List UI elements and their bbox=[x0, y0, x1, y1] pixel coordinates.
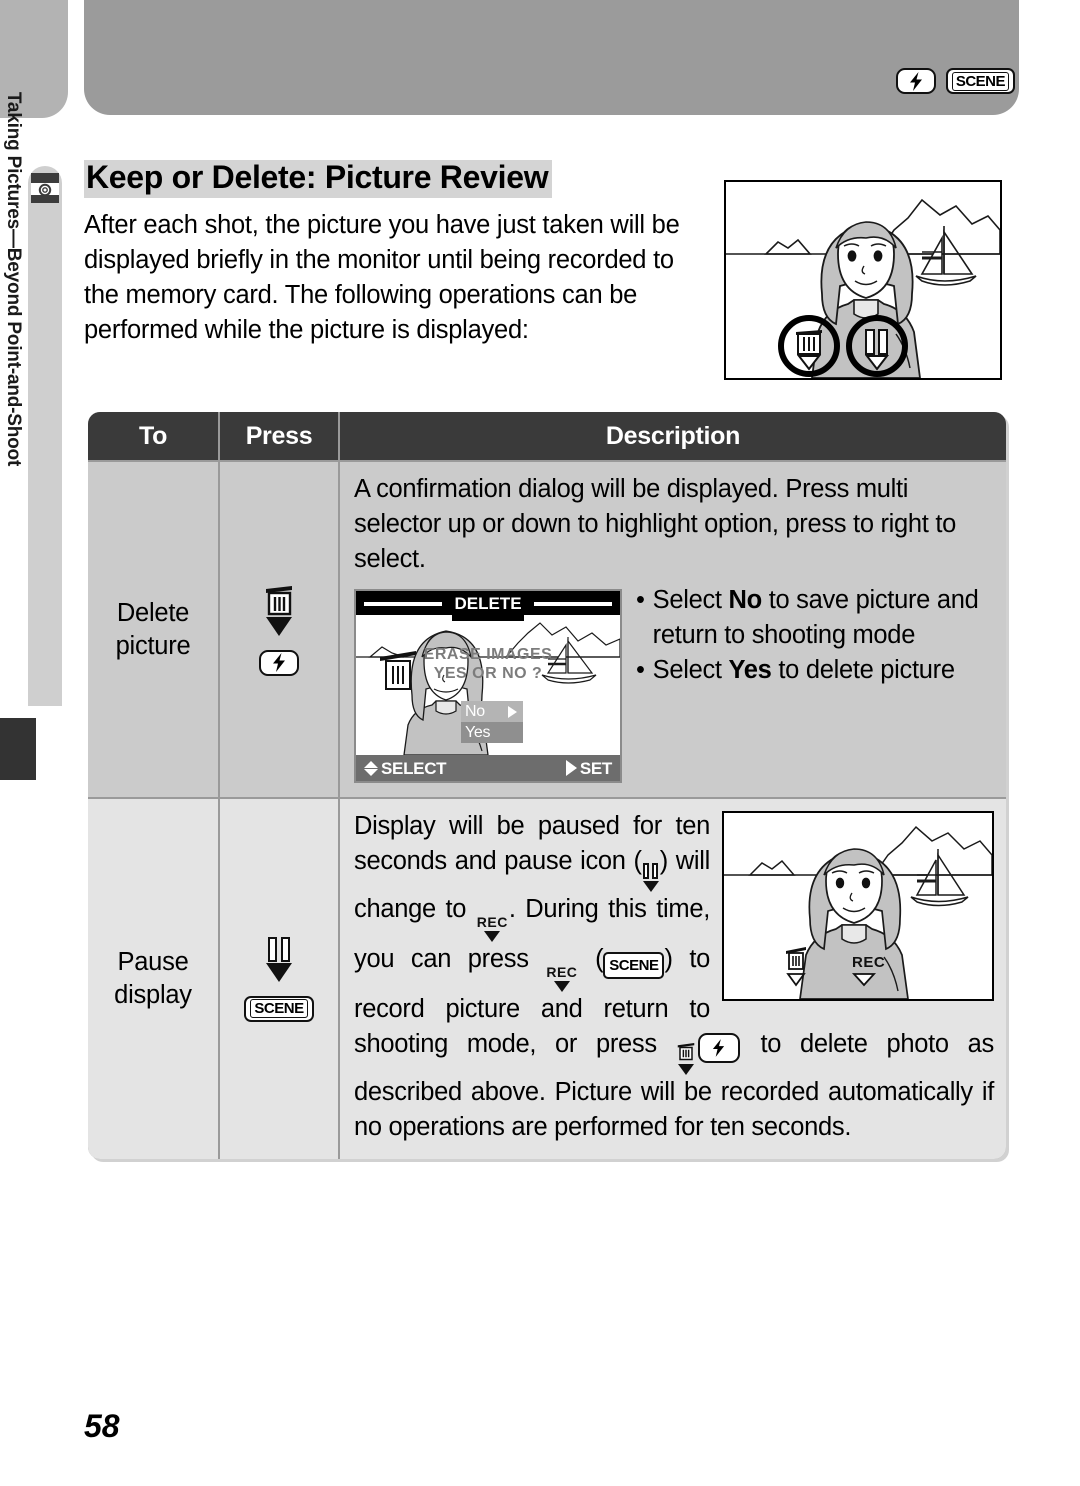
lcd-hint-set: SET bbox=[565, 751, 612, 782]
bullet-bold: No bbox=[728, 586, 763, 614]
operations-table: To Press Description Delete picture A co… bbox=[88, 412, 1006, 1159]
table-header-description: Description bbox=[605, 421, 741, 450]
list-item: • Select Yes to delete picture bbox=[636, 653, 1006, 688]
bullet-post: to delete picture bbox=[771, 656, 955, 684]
bullet-bold: Yes bbox=[728, 656, 772, 684]
svg-text:REC: REC bbox=[852, 954, 885, 971]
flash-icon bbox=[697, 1033, 740, 1063]
table-header-to: To bbox=[88, 412, 220, 460]
rec-icon: REC bbox=[477, 915, 508, 942]
intro-paragraph: After each shot, the picture you have ju… bbox=[84, 210, 680, 344]
trash-icon bbox=[266, 585, 292, 615]
page-title: Keep or Delete: Picture Review bbox=[84, 160, 553, 199]
table-header-row: To Press Description bbox=[88, 412, 1006, 460]
lcd-menu-item-yes-label: Yes bbox=[465, 724, 491, 741]
lcd-bottom-hint-bar: SELECT SET bbox=[356, 755, 620, 781]
triangle-down-icon bbox=[266, 962, 292, 982]
flash-icon bbox=[259, 649, 299, 676]
row-delete-description-cell: A confirmation dialog will be displayed.… bbox=[340, 460, 1006, 797]
lcd-hint-select: SELECT bbox=[364, 751, 447, 782]
header-right-bar bbox=[84, 0, 1019, 115]
pause-icon bbox=[642, 863, 659, 892]
rec-icon: REC bbox=[546, 965, 577, 992]
top-illustration bbox=[724, 180, 1002, 380]
bullet-pre: Select bbox=[652, 586, 729, 614]
row-delete-bullet-list: • Select No to save picture and return t… bbox=[636, 583, 1006, 688]
scene-badge-label: SCENE bbox=[250, 999, 308, 1018]
bullet-icon: • bbox=[636, 586, 645, 614]
page-header-band: SCENE bbox=[0, 0, 1080, 118]
lcd-titlebar: DELETE bbox=[356, 591, 620, 621]
trash-icon bbox=[677, 1042, 695, 1075]
bullet-text: Select Yes to delete picture bbox=[653, 653, 955, 688]
bullet-icon: • bbox=[636, 656, 645, 684]
table-row: Delete picture A confirmation dialog wil… bbox=[88, 460, 1006, 797]
row-pause-press-cell: SCENE bbox=[220, 797, 340, 1159]
lcd-hint-set-label: SET bbox=[579, 758, 612, 778]
chapter-side-tab bbox=[28, 166, 62, 706]
bullet-pre: Select bbox=[652, 656, 729, 684]
lcd-delete-screenshot: DELETE ERASE IMAGES YES OR NO ? No Yes S… bbox=[354, 589, 622, 783]
page-number: 58 bbox=[84, 1408, 120, 1444]
table-header-press: Press bbox=[220, 412, 340, 460]
row-delete-to-cell: Delete picture bbox=[88, 460, 220, 797]
camera-icon bbox=[31, 173, 59, 203]
row-delete-press-cell bbox=[220, 460, 340, 797]
pause-then-down-glyph bbox=[266, 936, 292, 982]
chapter-side-tab-label: Taking Pictures—Beyond Point-and-Shoot bbox=[3, 91, 24, 467]
lcd-body: ERASE IMAGES YES OR NO ? No Yes bbox=[356, 615, 620, 755]
lcd-overlay-text: ERASE IMAGES YES OR NO ? bbox=[356, 645, 620, 683]
lcd-overlay-line1: ERASE IMAGES bbox=[423, 646, 553, 663]
flash-icon bbox=[895, 68, 936, 94]
row-delete-desc-paragraph: A confirmation dialog will be displayed.… bbox=[354, 475, 957, 573]
up-down-arrows-icon bbox=[364, 760, 378, 776]
scene-badge-icon: SCENE bbox=[603, 952, 665, 979]
pause-illustration: REC bbox=[722, 811, 994, 1001]
scene-badge-icon: SCENE bbox=[945, 68, 1015, 94]
scene-badge-label: SCENE bbox=[951, 71, 1009, 91]
row-delete-to-line1: Delete bbox=[116, 598, 190, 627]
triangle-down-icon bbox=[266, 616, 292, 636]
row-pause-to-line1: Pause bbox=[117, 948, 189, 976]
lcd-overlay-line2: YES OR NO ? bbox=[433, 665, 543, 682]
pause-icon bbox=[268, 936, 290, 962]
bullet-text: Select No to save picture and return to … bbox=[653, 583, 1006, 653]
row-delete-to-line2: picture bbox=[115, 631, 191, 660]
chevron-right-icon bbox=[508, 706, 517, 718]
row-pause-to-cell: Pause display bbox=[88, 797, 220, 1159]
lcd-hint-select-label: SELECT bbox=[381, 758, 447, 778]
lcd-confirm-menu[interactable]: No Yes bbox=[461, 701, 523, 743]
chapter-tab-marker bbox=[0, 718, 36, 780]
lcd-menu-item-yes[interactable]: Yes bbox=[461, 722, 523, 743]
row-pause-description-cell: REC Display will be paused for ten secon… bbox=[340, 797, 1006, 1159]
trash-then-down-glyph bbox=[264, 584, 294, 636]
lcd-title-text: DELETE bbox=[452, 591, 524, 621]
pause-desc-part4: ( bbox=[578, 945, 604, 973]
table-row: Pause display SCENE REC Display will be … bbox=[88, 797, 1006, 1159]
row-pause-to-line2: display bbox=[114, 981, 192, 1009]
list-item: • Select No to save picture and return t… bbox=[636, 583, 1006, 653]
triangle-right-icon bbox=[565, 760, 577, 776]
scene-badge-icon: SCENE bbox=[244, 995, 314, 1022]
header-badge-group: SCENE bbox=[895, 68, 1015, 94]
